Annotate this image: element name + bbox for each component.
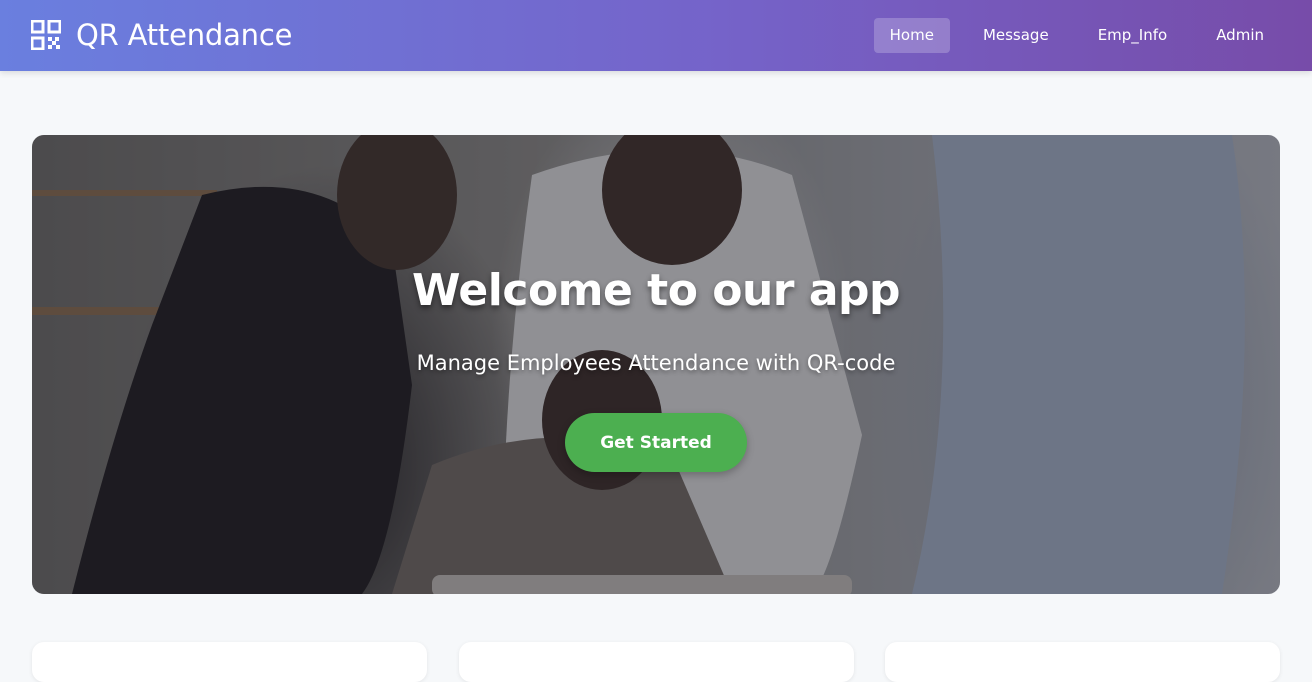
nav-links: Home Message Emp_Info Admin <box>857 18 1280 53</box>
nav-link-admin[interactable]: Admin <box>1200 18 1280 53</box>
hero-content: Welcome to our app Manage Employees Atte… <box>32 135 1280 594</box>
hero-title: Welcome to our app <box>411 265 901 316</box>
qr-code-icon <box>31 20 61 50</box>
nav-link-home[interactable]: Home <box>873 18 950 53</box>
hero-subtitle: Manage Employees Attendance with QR-code <box>416 351 896 375</box>
navbar: QR Attendance Home Message Emp_Info Admi… <box>0 0 1312 71</box>
feature-card-3 <box>885 642 1280 682</box>
brand-name: QR Attendance <box>76 18 293 52</box>
nav-link-message[interactable]: Message <box>967 18 1065 53</box>
nav-link-emp-info[interactable]: Emp_Info <box>1082 18 1184 53</box>
brand[interactable]: QR Attendance <box>31 18 292 52</box>
feature-card-2 <box>459 642 854 682</box>
get-started-button[interactable]: Get Started <box>565 413 747 472</box>
feature-card-1 <box>32 642 427 682</box>
hero-banner: Welcome to our app Manage Employees Atte… <box>32 135 1280 594</box>
